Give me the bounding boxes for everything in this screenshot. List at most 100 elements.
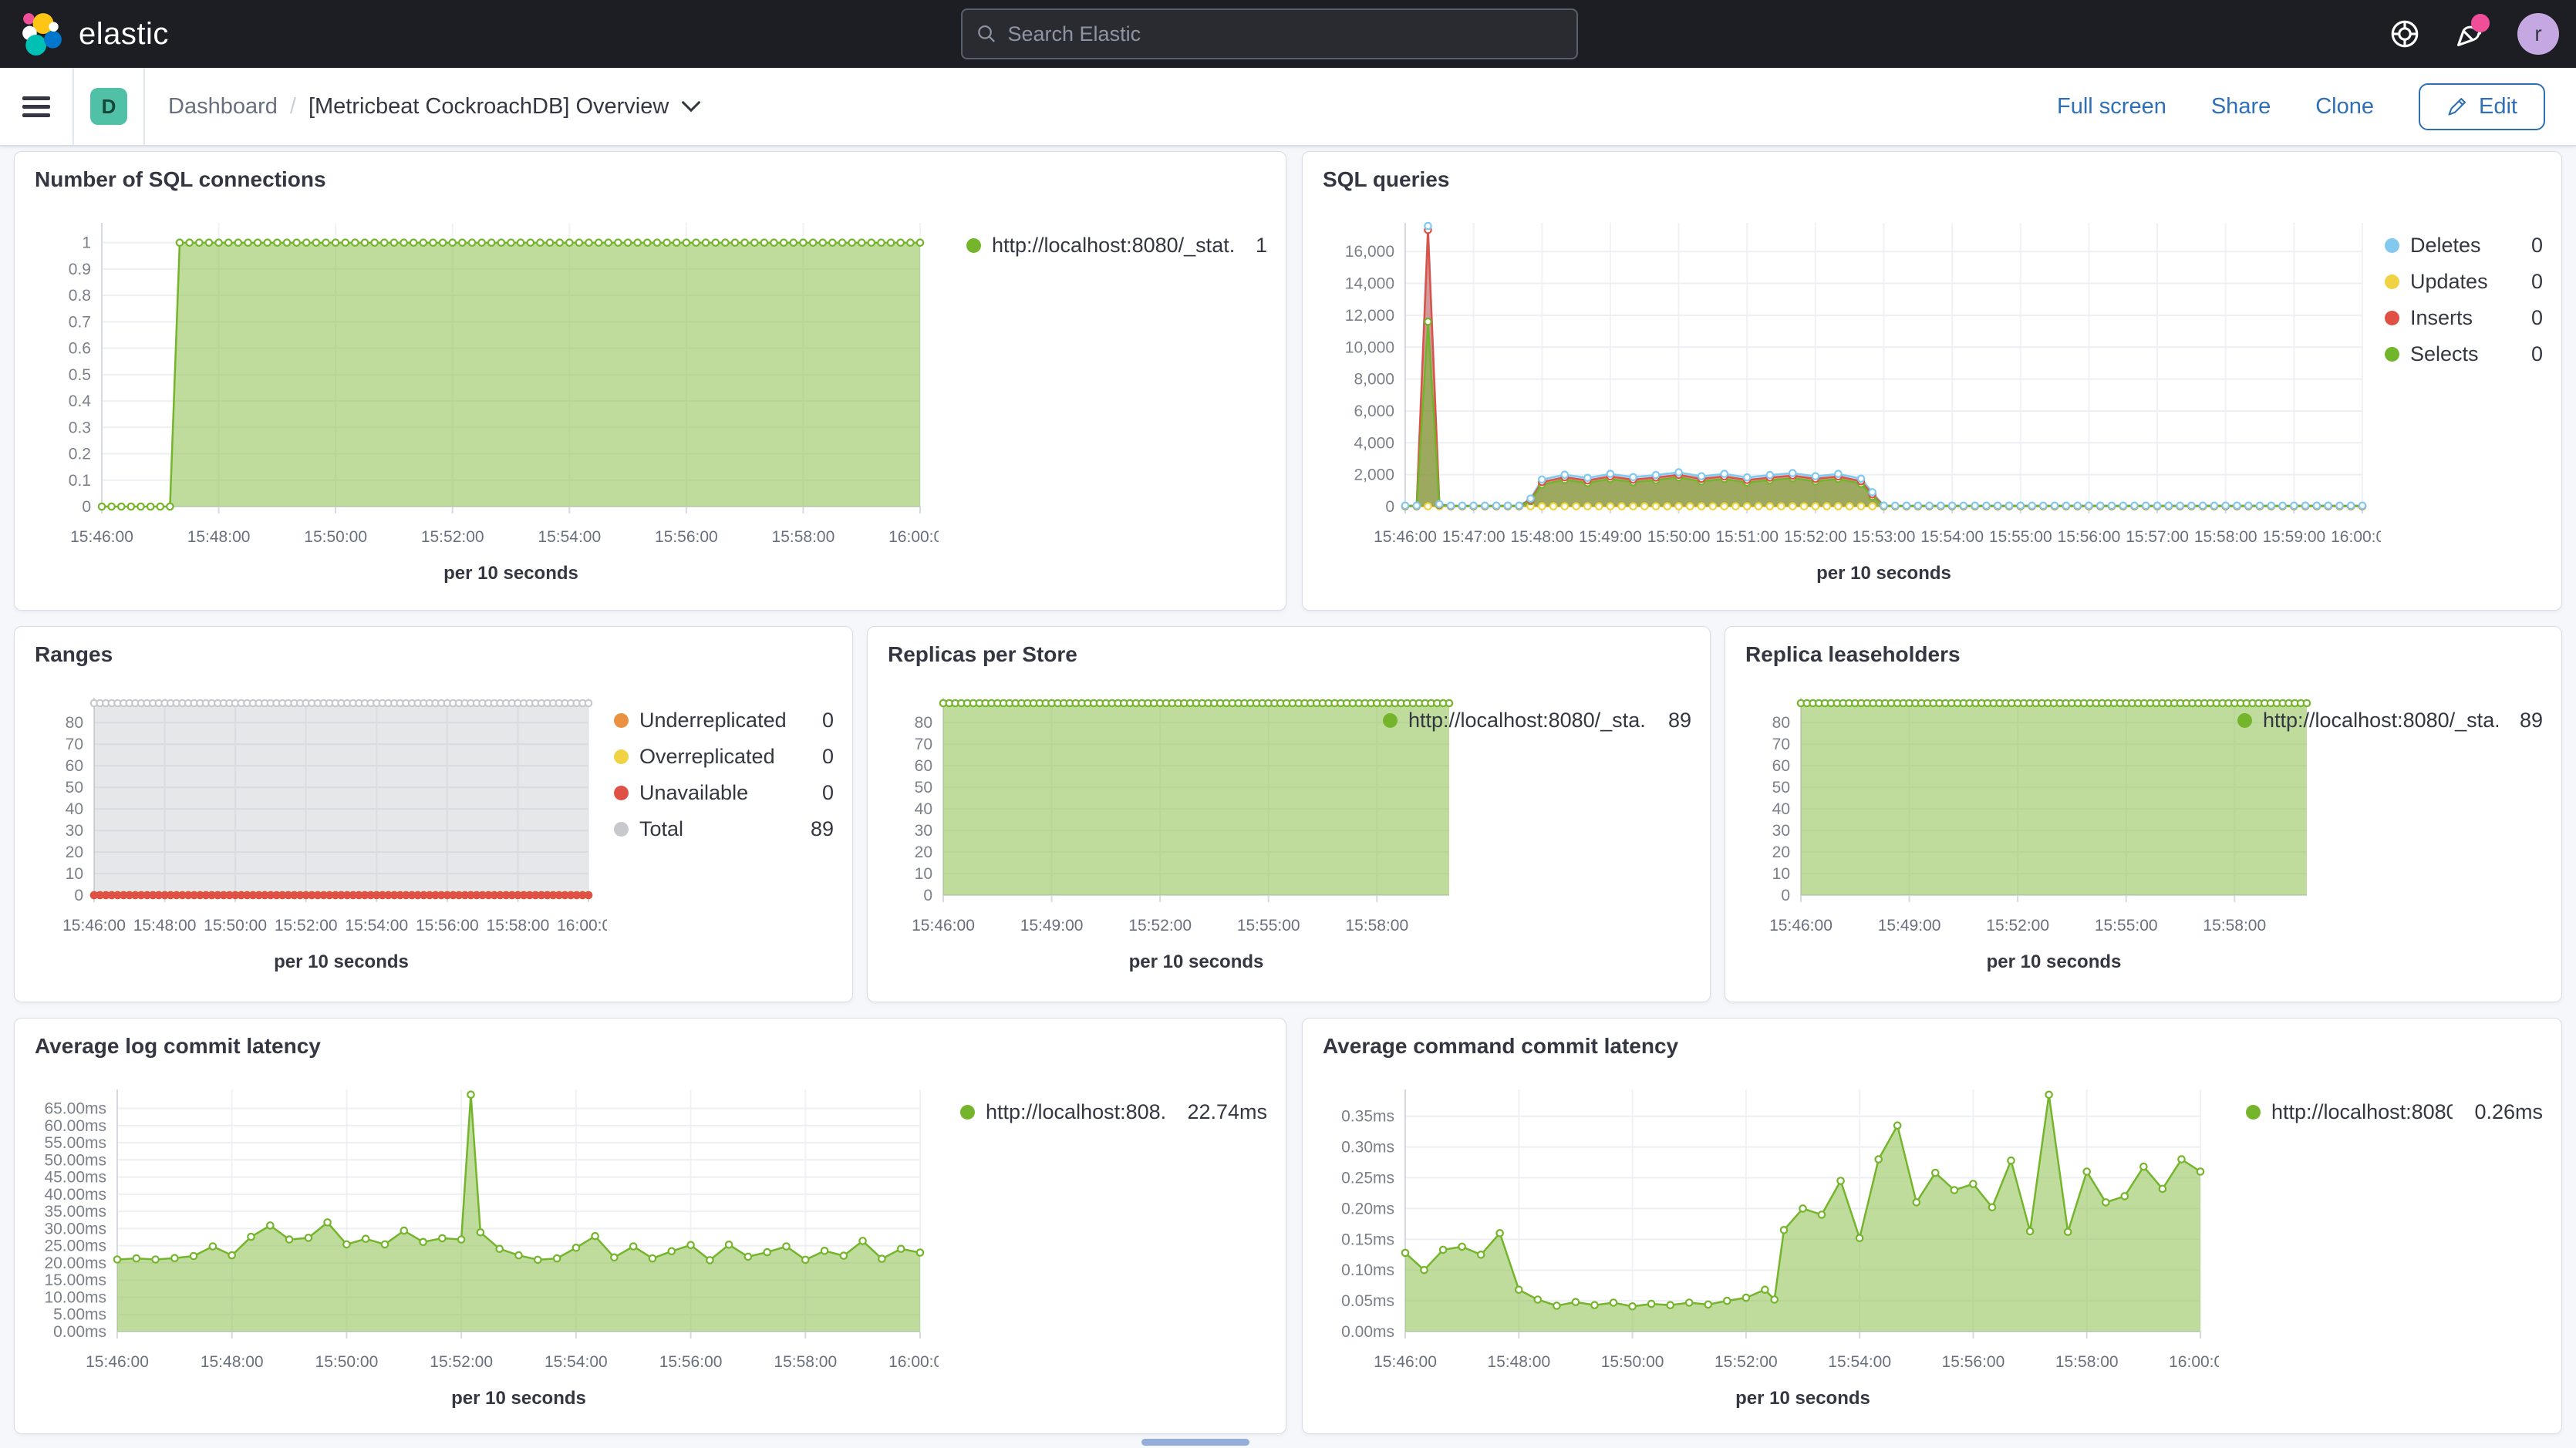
svg-text:15.00ms: 15.00ms — [44, 1271, 106, 1289]
log-commit-latency-chart[interactable]: 0.00ms5.00ms10.00ms15.00ms20.00ms25.00ms… — [29, 1069, 939, 1423]
help-icon — [2389, 18, 2421, 50]
svg-text:15:58:00: 15:58:00 — [487, 917, 550, 934]
legend-item[interactable]: Updates 0 — [2385, 270, 2543, 294]
svg-text:20.00ms: 20.00ms — [44, 1254, 106, 1272]
svg-text:10: 10 — [66, 865, 83, 883]
svg-text:15:54:00: 15:54:00 — [345, 917, 408, 934]
svg-text:60: 60 — [1772, 757, 1790, 775]
panel-title: Average command commit latency — [1323, 1034, 1678, 1059]
sql-connections-chart[interactable]: 00.10.20.30.40.50.60.70.80.9115:46:0015:… — [29, 203, 939, 598]
svg-text:15:46:00: 15:46:00 — [62, 917, 126, 934]
legend-item[interactable]: Inserts 0 — [2385, 306, 2543, 330]
svg-text:20: 20 — [66, 844, 83, 861]
panel-title: Ranges — [35, 642, 113, 667]
panel-title: Number of SQL connections — [35, 167, 326, 192]
svg-text:15:58:00: 15:58:00 — [772, 528, 835, 546]
svg-text:15:48:00: 15:48:00 — [133, 917, 197, 934]
breadcrumb-dashboard[interactable]: Dashboard — [168, 94, 278, 120]
svg-text:per 10 seconds: per 10 seconds — [1816, 563, 1951, 584]
svg-text:15:48:00: 15:48:00 — [1487, 1353, 1550, 1371]
svg-text:15:50:00: 15:50:00 — [315, 1353, 379, 1371]
svg-text:15:58:00: 15:58:00 — [1345, 917, 1408, 934]
svg-text:15:56:00: 15:56:00 — [655, 528, 718, 546]
svg-text:16:00:00: 16:00:00 — [888, 1353, 939, 1371]
svg-text:15:50:00: 15:50:00 — [304, 528, 367, 546]
news-feed-button[interactable] — [2453, 17, 2487, 51]
panel-ranges: Ranges 0102030405060708015:46:0015:48:00… — [14, 626, 853, 1002]
legend-item[interactable]: http://localhost:8080/_stat... 1 — [966, 234, 1267, 258]
svg-text:60: 60 — [66, 757, 83, 775]
page-title: [Metricbeat CockroachDB] Overview — [309, 94, 669, 120]
legend-item[interactable]: http://localhost:8080... 0.26ms — [2246, 1100, 2543, 1124]
legend-item[interactable]: Overreplicated 0 — [614, 745, 834, 769]
svg-text:8,000: 8,000 — [1354, 371, 1394, 389]
svg-text:15:46:00: 15:46:00 — [70, 528, 133, 546]
dashboard-badge[interactable]: D — [90, 88, 127, 125]
avatar-letter: r — [2534, 22, 2541, 46]
panel-title: SQL queries — [1323, 167, 1449, 192]
elastic-logo-icon — [20, 12, 65, 56]
legend-item[interactable]: Unavailable 0 — [614, 781, 834, 805]
svg-text:15:58:00: 15:58:00 — [774, 1353, 837, 1371]
user-avatar[interactable]: r — [2517, 13, 2559, 55]
svg-text:0: 0 — [1385, 498, 1394, 516]
svg-text:15:50:00: 15:50:00 — [1647, 528, 1711, 546]
svg-text:6,000: 6,000 — [1354, 402, 1394, 420]
menu-button[interactable] — [0, 68, 74, 145]
legend-item[interactable]: http://localhost:8080/_sta... 89 — [2237, 709, 2543, 732]
legend-item[interactable]: Selects 0 — [2385, 342, 2543, 366]
svg-text:70: 70 — [66, 736, 83, 753]
svg-text:per 10 seconds: per 10 seconds — [443, 563, 578, 584]
svg-text:15:55:00: 15:55:00 — [2095, 917, 2158, 934]
pencil-icon — [2446, 96, 2468, 117]
svg-text:16,000: 16,000 — [1345, 243, 1394, 261]
replicas-per-store-chart[interactable]: 0102030405060708015:46:0015:49:0015:52:0… — [882, 678, 1468, 986]
search-input[interactable] — [1008, 22, 1563, 46]
legend-item[interactable]: Deletes 0 — [2385, 234, 2543, 258]
svg-text:20: 20 — [915, 844, 932, 861]
app-header: elastic — [0, 0, 2576, 68]
svg-text:15:54:00: 15:54:00 — [1920, 528, 1984, 546]
clone-button[interactable]: Clone — [2315, 94, 2374, 120]
command-commit-latency-chart[interactable]: 0.00ms0.05ms0.10ms0.15ms0.20ms0.25ms0.30… — [1317, 1069, 2219, 1423]
brand-text: elastic — [79, 17, 169, 52]
elastic-brand[interactable]: elastic — [20, 12, 169, 56]
horizontal-scrollbar-thumb[interactable] — [1141, 1439, 1249, 1446]
svg-text:16:00:00: 16:00:00 — [557, 917, 607, 934]
svg-text:0.1: 0.1 — [69, 472, 91, 490]
ranges-chart[interactable]: 0102030405060708015:46:0015:48:0015:50:0… — [29, 678, 607, 986]
breadcrumb: Dashboard / [Metricbeat CockroachDB] Ove… — [168, 94, 701, 120]
series-dot-icon — [614, 822, 629, 837]
legend-item[interactable]: Total 89 — [614, 817, 834, 841]
panel-title: Replicas per Store — [888, 642, 1077, 667]
svg-text:40.00ms: 40.00ms — [44, 1186, 106, 1204]
svg-text:0: 0 — [1781, 887, 1790, 904]
global-search[interactable] — [961, 8, 1578, 59]
svg-text:40: 40 — [1772, 800, 1790, 818]
svg-text:15:49:00: 15:49:00 — [1579, 528, 1642, 546]
command-latency-legend: http://localhost:8080... 0.26ms — [2246, 1100, 2543, 1124]
svg-text:10,000: 10,000 — [1345, 338, 1394, 356]
svg-text:50: 50 — [66, 779, 83, 796]
svg-text:0.00ms: 0.00ms — [53, 1323, 106, 1341]
svg-text:0.8: 0.8 — [69, 287, 91, 305]
svg-text:15:46:00: 15:46:00 — [1374, 528, 1437, 546]
help-button[interactable] — [2388, 17, 2422, 51]
sql-queries-chart[interactable]: 02,0004,0006,0008,00010,00012,00014,0001… — [1317, 203, 2381, 598]
legend-item[interactable]: http://localhost:8080/_sta... 89 — [1383, 709, 1691, 732]
svg-text:16:00:00: 16:00:00 — [2331, 528, 2381, 546]
legend-item[interactable]: Underreplicated 0 — [614, 709, 834, 732]
edit-button[interactable]: Edit — [2419, 83, 2545, 130]
series-dot-icon — [614, 786, 629, 800]
svg-text:0.25ms: 0.25ms — [1341, 1170, 1394, 1187]
legend-item[interactable]: http://localhost:808... 22.74ms — [960, 1100, 1267, 1124]
svg-text:0.3: 0.3 — [69, 419, 91, 436]
svg-text:10: 10 — [915, 865, 932, 883]
svg-text:1: 1 — [82, 234, 91, 252]
share-button[interactable]: Share — [2211, 94, 2271, 120]
full-screen-button[interactable]: Full screen — [2057, 94, 2166, 120]
chevron-down-icon[interactable] — [681, 99, 701, 113]
svg-text:50.00ms: 50.00ms — [44, 1151, 106, 1169]
svg-text:2,000: 2,000 — [1354, 466, 1394, 484]
series-dot-icon — [2237, 713, 2252, 728]
